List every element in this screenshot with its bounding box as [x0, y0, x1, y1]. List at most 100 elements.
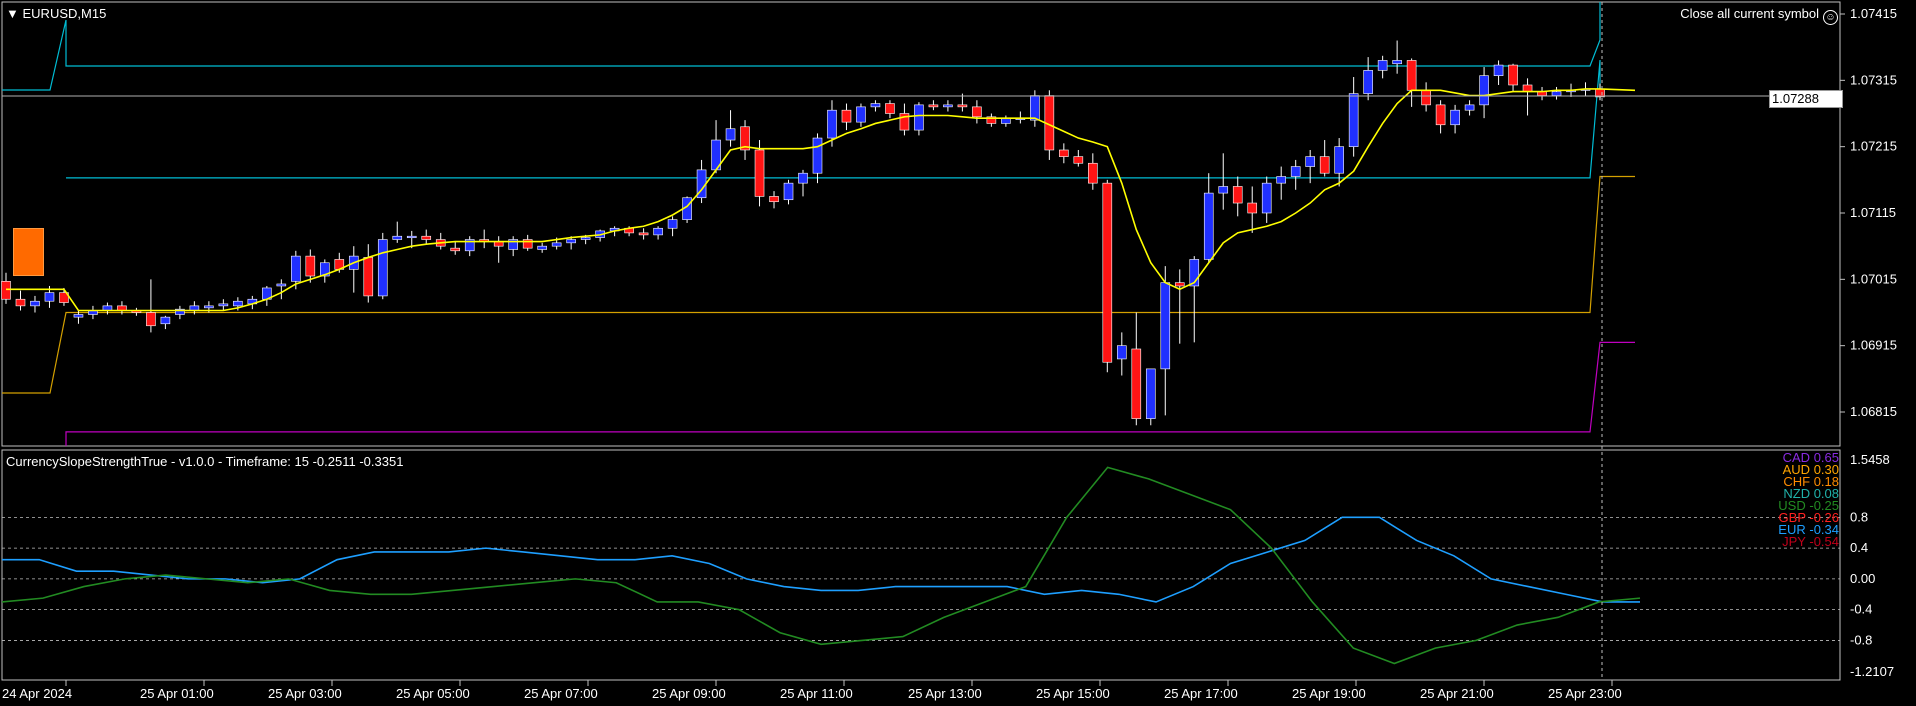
candle-body: [1, 281, 11, 300]
candle[interactable]: [1493, 60, 1504, 85]
candle[interactable]: [1102, 179, 1113, 373]
symbol-header[interactable]: ▼ EURUSD,M15: [6, 6, 106, 21]
candle[interactable]: [1131, 312, 1142, 426]
candle[interactable]: [1, 272, 11, 304]
candle[interactable]: [262, 285, 272, 306]
candle[interactable]: [856, 103, 866, 127]
candle[interactable]: [1450, 104, 1460, 134]
dropdown-triangle-icon[interactable]: ▼: [6, 6, 19, 21]
close-all-button[interactable]: Close all current symbol ☺: [1680, 6, 1838, 25]
candle-body: [783, 182, 794, 201]
candle[interactable]: [131, 307, 142, 316]
candle[interactable]: [1392, 40, 1402, 74]
candle[interactable]: [899, 103, 910, 136]
candle-body: [885, 103, 895, 114]
candle[interactable]: [914, 102, 924, 136]
candle[interactable]: [798, 169, 808, 197]
candle[interactable]: [146, 279, 156, 333]
candle[interactable]: [1551, 86, 1562, 100]
candle[interactable]: [725, 110, 736, 147]
candle-body: [1450, 109, 1460, 126]
candle[interactable]: [1363, 57, 1373, 101]
candle[interactable]: [493, 236, 504, 263]
candle[interactable]: [812, 133, 823, 184]
candle[interactable]: [972, 100, 982, 124]
candle[interactable]: [392, 221, 403, 243]
candle[interactable]: [1276, 166, 1286, 200]
candle[interactable]: [1435, 100, 1446, 134]
candle[interactable]: [435, 232, 446, 250]
candle[interactable]: [1290, 159, 1301, 190]
candle[interactable]: [479, 229, 490, 249]
candle[interactable]: [522, 234, 533, 251]
orange-panel-button[interactable]: [13, 228, 44, 276]
candle[interactable]: [653, 226, 663, 240]
candle[interactable]: [885, 100, 895, 119]
candle[interactable]: [319, 259, 330, 283]
candle[interactable]: [1203, 173, 1214, 263]
candle[interactable]: [696, 159, 707, 204]
candle[interactable]: [754, 140, 765, 207]
candle[interactable]: [1160, 266, 1171, 416]
candle[interactable]: [1189, 256, 1200, 343]
candle[interactable]: [783, 179, 794, 205]
candle[interactable]: [1174, 269, 1185, 344]
candle[interactable]: [943, 100, 953, 112]
candle[interactable]: [1522, 78, 1533, 116]
chart-canvas[interactable]: 1.07415 1.07315 1.07215 1.07115 1.07015 1.069…: [0, 0, 1916, 706]
candle[interactable]: [740, 120, 750, 160]
candle[interactable]: [421, 229, 432, 245]
candle[interactable]: [88, 305, 98, 320]
candle[interactable]: [363, 244, 374, 303]
candle[interactable]: [928, 100, 939, 111]
candle-body: [406, 235, 417, 239]
candle-body: [363, 257, 374, 297]
time-tick-label: 25 Apr 01:00: [140, 686, 214, 701]
candle[interactable]: [841, 103, 852, 131]
candle[interactable]: [1464, 100, 1475, 116]
candle[interactable]: [1377, 55, 1388, 79]
candle[interactable]: [1059, 143, 1069, 164]
candle[interactable]: [1088, 153, 1098, 190]
candle[interactable]: [1421, 82, 1431, 112]
candle[interactable]: [464, 236, 475, 257]
candle[interactable]: [218, 299, 229, 311]
candle[interactable]: [1508, 63, 1518, 92]
candle[interactable]: [682, 196, 692, 223]
candle[interactable]: [769, 191, 779, 209]
candle[interactable]: [986, 113, 997, 127]
price-channels: [2, 2, 1635, 446]
moving-average: [6, 88, 1636, 312]
candles[interactable]: [1, 40, 1605, 426]
candle[interactable]: [1232, 176, 1243, 217]
candle[interactable]: [667, 216, 678, 237]
candle[interactable]: [160, 315, 171, 330]
candle[interactable]: [175, 305, 185, 320]
candle[interactable]: [1406, 58, 1417, 107]
candle[interactable]: [1218, 153, 1229, 210]
candle[interactable]: [1117, 332, 1127, 376]
candle[interactable]: [15, 290, 26, 311]
candle[interactable]: [348, 246, 359, 293]
candle[interactable]: [276, 279, 287, 300]
candle[interactable]: [30, 295, 40, 313]
candle[interactable]: [1537, 86, 1547, 101]
candle[interactable]: [1348, 77, 1359, 157]
indicator-tick-label: 0.00: [1850, 571, 1875, 586]
candle[interactable]: [1479, 67, 1489, 119]
price-tick-label: 1.07315: [1850, 72, 1897, 87]
candle[interactable]: [1247, 186, 1258, 233]
candle[interactable]: [638, 228, 649, 240]
candle[interactable]: [377, 232, 388, 300]
candle[interactable]: [537, 242, 547, 253]
candle[interactable]: [1319, 140, 1330, 177]
candle[interactable]: [1145, 368, 1156, 426]
price-tick-label: 1.06915: [1850, 338, 1897, 353]
candle[interactable]: [1073, 149, 1084, 167]
candle[interactable]: [450, 241, 461, 255]
candle[interactable]: [508, 236, 518, 257]
candle[interactable]: [870, 100, 881, 112]
candle[interactable]: [1334, 138, 1344, 187]
candle[interactable]: [1261, 176, 1272, 223]
candle[interactable]: [1001, 115, 1011, 127]
